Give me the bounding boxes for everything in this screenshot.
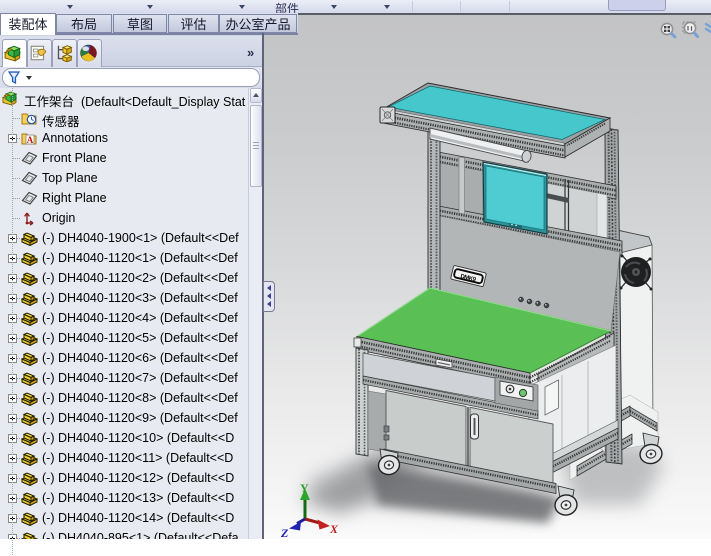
svg-text:Z: Z [280, 526, 289, 540]
svg-text:X: X [329, 522, 339, 536]
svg-text:Y: Y [300, 481, 309, 495]
svg-text:A: A [27, 135, 34, 145]
